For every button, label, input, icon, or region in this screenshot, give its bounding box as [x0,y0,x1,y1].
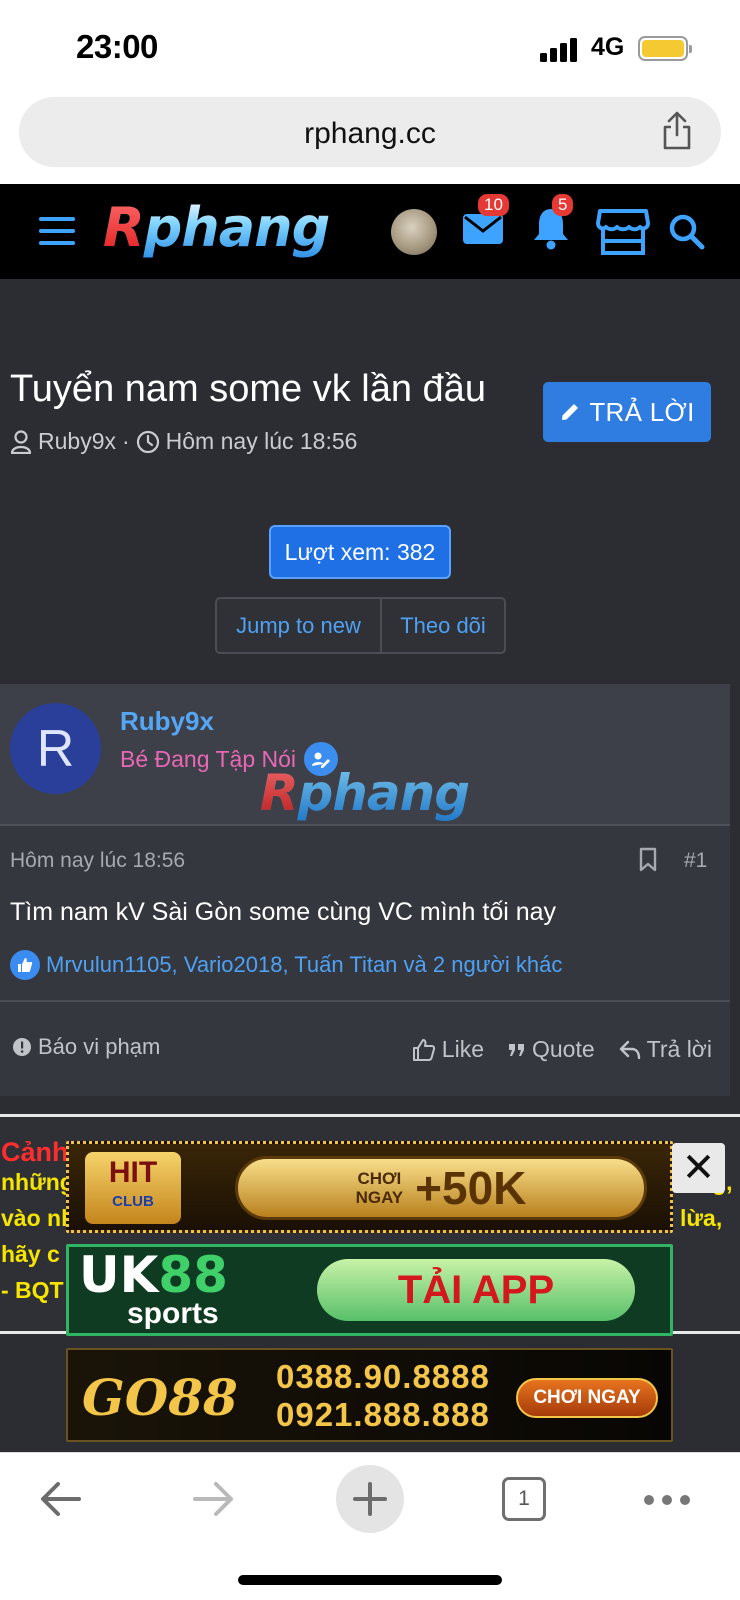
divider [0,1000,730,1002]
more-icon[interactable] [644,1495,690,1505]
quote-button[interactable]: Quote [508,1036,595,1063]
notice-line-2-left: vào nh [1,1205,76,1231]
thumbs-up-icon [412,1038,435,1061]
close-ad-button[interactable]: ✕ [672,1143,725,1193]
share-icon[interactable] [659,111,695,151]
envelope-icon [463,214,503,244]
thread-author[interactable]: Ruby9x [38,428,116,455]
like-button[interactable]: Like [412,1036,484,1063]
report-label: Báo vi phạm [38,1034,161,1059]
like-label: Like [441,1036,484,1062]
alerts-button[interactable]: 5 [532,194,574,255]
status-bar: 23:00 4G [0,0,740,92]
notice-line-4-left: - BQT [1,1277,64,1303]
thread-date[interactable]: Hôm nay lúc 18:56 [166,428,358,455]
thread-meta: Ruby9x · Hôm nay lúc 18:56 [10,428,357,455]
ad-banner-hitclub[interactable]: HIT CLUB CHƠI NGAY +50K [66,1141,673,1233]
post-user-block: R Ruby9x Bé Đang Tập Nói Rphang [0,684,730,826]
reply-post-button[interactable]: Trả lời [619,1036,712,1063]
thread-actions: Jump to new Theo dõi [215,597,506,654]
alerts-badge: 5 [552,194,574,216]
signal-icon [540,36,580,62]
messages-badge: 10 [478,194,509,216]
alert-circle-icon [13,1038,31,1056]
menu-icon[interactable] [39,217,75,245]
browser-toolbar: 1 [0,1452,740,1600]
url-text[interactable]: rphang.cc [19,117,721,151]
hitclub-bonus: +50K [415,1162,527,1214]
rphang-watermark: Rphang [260,764,470,822]
avatar[interactable]: R [10,703,101,794]
post-body: Tìm nam kV Sài Gòn some cùng VC mình tối… [10,898,557,926]
uk88-logo: UK88 [79,1246,228,1304]
back-icon[interactable] [38,1479,82,1519]
notice-line-3-left: hãy c [1,1241,60,1267]
network-type: 4G [591,33,625,61]
jump-to-new-button[interactable]: Jump to new [217,599,382,652]
browser-address-area: rphang.cc [0,92,740,184]
go88-cta[interactable]: CHƠI NGAY [516,1378,658,1418]
reply-post-label: Trả lời [646,1036,712,1062]
site-logo[interactable]: Rphang [103,196,329,259]
post-actions: Like Quote Trả lời [412,1036,712,1063]
post-username[interactable]: Ruby9x [120,706,214,737]
post-date[interactable]: Hôm nay lúc 18:56 [10,849,185,873]
follow-button[interactable]: Theo dõi [382,599,504,652]
hitclub-cta[interactable]: CHƠI NGAY +50K [235,1156,647,1220]
home-indicator [238,1575,502,1585]
meta-separator: · [121,428,130,454]
reply-arrow-icon [619,1040,640,1059]
go88-phones: 0388.90.8888 0921.888.888 [276,1358,490,1434]
ad-banner-uk88[interactable]: UK88 sports TẢI APP [66,1244,673,1336]
store-icon[interactable] [596,207,650,257]
reply-thread-label: TRẢ LỜI [589,396,695,427]
hitclub-logo: HIT CLUB [85,1152,181,1224]
tabs-button[interactable]: 1 [502,1477,546,1521]
views-count-button[interactable]: Lượt xem: 382 [269,525,451,579]
inbox-button[interactable]: 10 [462,194,509,250]
reactions-bar[interactable]: Mrvulun1105, Vario2018, Tuấn Titan và 2 … [10,950,562,980]
go88-phone-1: 0388.90.8888 [276,1358,490,1395]
quote-icon [509,1043,524,1056]
quote-label: Quote [532,1036,595,1062]
site-header: Rphang 10 5 [0,184,740,279]
plus-icon [353,1482,387,1516]
uk88-cta[interactable]: TẢI APP [317,1259,635,1321]
user-icon [10,429,32,454]
go88-logo: GO88 [82,1368,238,1427]
post-number[interactable]: #1 [684,849,707,873]
forward-icon[interactable] [192,1479,236,1519]
go88-phone-2: 0921.888.888 [276,1396,490,1433]
notice-line-2-right: lừa, [680,1205,723,1231]
account-avatar[interactable] [391,209,437,255]
battery-icon [638,36,692,61]
address-bar[interactable]: rphang.cc [19,97,721,167]
reactions-text[interactable]: Mrvulun1105, Vario2018, Tuấn Titan và 2 … [46,952,562,978]
clock-icon [136,430,159,453]
ad-banner-go88[interactable]: GO88 0388.90.8888 0921.888.888 CHƠI NGAY [66,1348,673,1442]
notice-line-1-left: những [1,1169,74,1195]
notice-title: Cảnh [1,1137,69,1167]
status-time: 23:00 [76,28,158,65]
thread-title: Tuyển nam some vk lần đầu [10,368,486,410]
search-icon[interactable] [668,213,706,251]
uk88-sports-text: sports [127,1297,219,1330]
report-button[interactable]: Báo vi phạm [12,1034,160,1060]
pencil-icon [562,404,579,420]
reply-thread-button[interactable]: TRẢ LỜI [543,382,711,442]
new-tab-button[interactable] [336,1465,404,1533]
post: R Ruby9x Bé Đang Tập Nói Rphang Hôm nay … [0,684,730,1096]
bookmark-icon[interactable] [638,847,658,873]
thumbs-up-icon [10,950,40,980]
